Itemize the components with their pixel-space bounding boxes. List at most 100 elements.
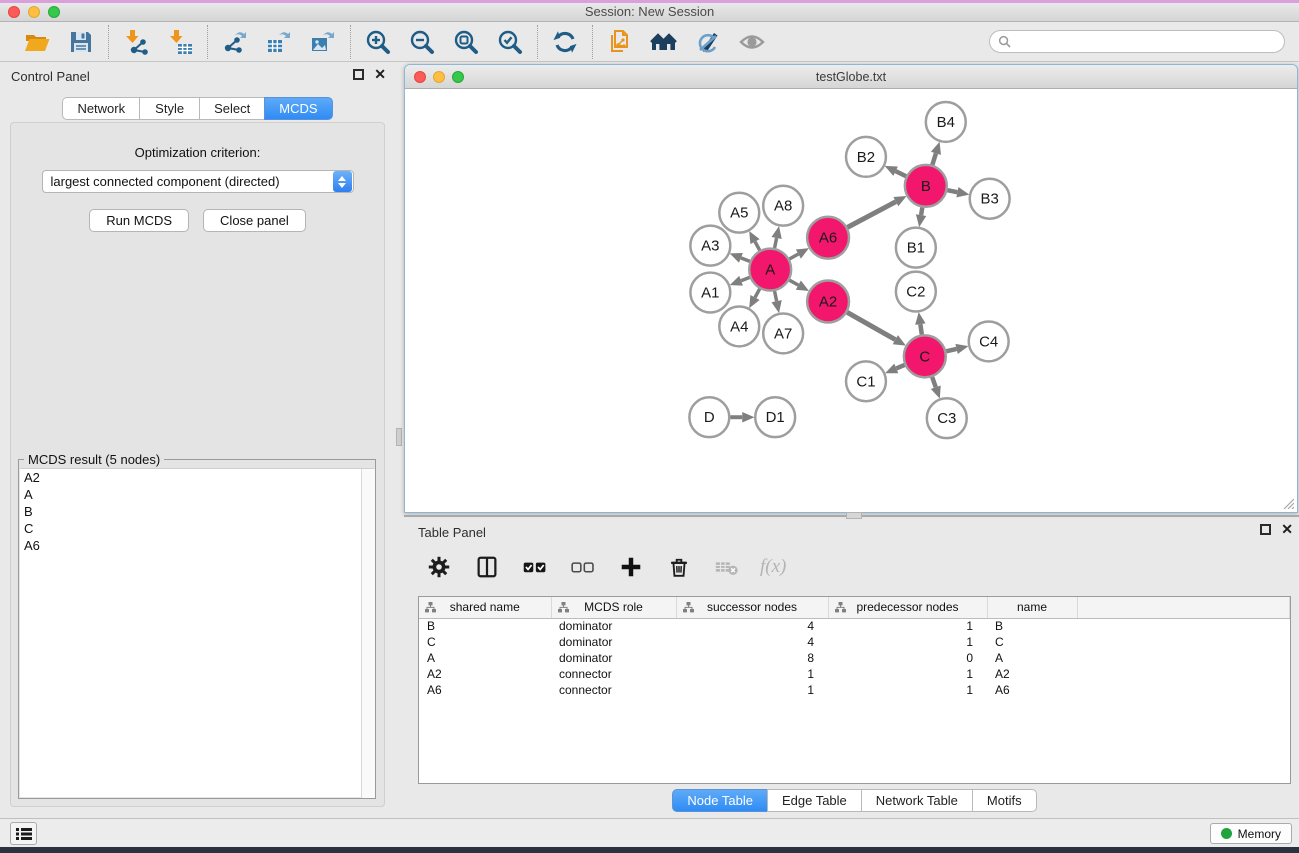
graph-edge-C-C2[interactable] bbox=[920, 324, 921, 334]
clone-network-icon[interactable] bbox=[605, 27, 635, 57]
import-network-icon[interactable] bbox=[121, 27, 151, 57]
graph-node-A4[interactable]: A4 bbox=[719, 306, 759, 346]
graph-edge-A-A6[interactable] bbox=[789, 254, 798, 259]
graph-edge-A-A4[interactable] bbox=[755, 289, 760, 298]
graph-edge-B-B4[interactable] bbox=[932, 153, 936, 164]
task-history-button[interactable] bbox=[10, 822, 37, 845]
table-row[interactable]: A2connector11A2 bbox=[419, 666, 1290, 682]
export-table-icon[interactable] bbox=[264, 27, 294, 57]
graph-node-B4[interactable]: B4 bbox=[926, 102, 966, 142]
vertical-split-handle[interactable] bbox=[396, 428, 402, 446]
hide-labels-icon[interactable] bbox=[693, 27, 723, 57]
graph-node-B2[interactable]: B2 bbox=[846, 137, 886, 177]
graph-node-A6[interactable]: A6 bbox=[807, 217, 849, 259]
network-canvas[interactable]: B4B2BB3A8A5A6A3B1AC2A1A2A4A7C4CC1C3DD1 bbox=[406, 89, 1296, 511]
graph-edge-A-A3[interactable] bbox=[741, 258, 750, 262]
graph-node-A5[interactable]: A5 bbox=[719, 193, 759, 233]
column-header-name[interactable]: name bbox=[987, 597, 1077, 618]
graph-edge-A6-B[interactable] bbox=[847, 202, 895, 228]
graph-node-C[interactable]: C bbox=[904, 335, 946, 377]
graph-node-C3[interactable]: C3 bbox=[927, 398, 967, 438]
column-header-shared-name[interactable]: shared name bbox=[419, 597, 551, 618]
run-mcds-button[interactable]: Run MCDS bbox=[89, 209, 189, 232]
search-input[interactable] bbox=[1016, 35, 1276, 49]
graph-edge-A-A2[interactable] bbox=[789, 280, 798, 285]
search-field[interactable] bbox=[989, 30, 1285, 53]
mcds-result-list[interactable]: A2ABCA6 bbox=[20, 468, 374, 797]
float-panel-icon[interactable] bbox=[353, 69, 364, 80]
import-table-icon[interactable] bbox=[165, 27, 195, 57]
table-row[interactable]: Bdominator41B bbox=[419, 618, 1290, 634]
zoom-selected-icon[interactable] bbox=[495, 27, 525, 57]
graph-node-D[interactable]: D bbox=[689, 397, 729, 437]
add-row-icon[interactable] bbox=[616, 552, 646, 582]
graph-edge-A-A7[interactable] bbox=[775, 291, 777, 301]
column-header-successor-nodes[interactable]: successor nodes bbox=[676, 597, 828, 618]
graph-node-A3[interactable]: A3 bbox=[690, 226, 730, 266]
graph-edge-A-A1[interactable] bbox=[741, 277, 750, 280]
graph-edge-B-B3[interactable] bbox=[947, 190, 957, 192]
horizontal-splitter[interactable] bbox=[404, 515, 1299, 517]
network-window-titlebar[interactable]: testGlobe.txt bbox=[405, 65, 1297, 89]
graph-node-C1[interactable]: C1 bbox=[846, 361, 886, 401]
graph-edge-B-B1[interactable] bbox=[921, 207, 922, 215]
node-table[interactable]: shared nameMCDS rolesuccessor nodesprede… bbox=[418, 596, 1291, 784]
table-row[interactable]: A6connector11A6 bbox=[419, 682, 1290, 698]
table-row[interactable]: Adominator80A bbox=[419, 650, 1290, 666]
graph-edge-A-A5[interactable] bbox=[755, 242, 760, 251]
criterion-dropdown[interactable]: largest connected component (directed) bbox=[42, 170, 354, 193]
result-scrollbar[interactable] bbox=[361, 469, 375, 798]
tab-edge-table[interactable]: Edge Table bbox=[767, 789, 861, 812]
graph-edge-B-B2[interactable] bbox=[896, 171, 906, 176]
refresh-view-icon[interactable] bbox=[550, 27, 580, 57]
graph-node-C2[interactable]: C2 bbox=[896, 272, 936, 312]
graph-node-B[interactable]: B bbox=[905, 165, 947, 207]
result-list-item[interactable]: C bbox=[20, 520, 374, 537]
graph-edge-C-C4[interactable] bbox=[946, 349, 956, 351]
memory-button[interactable]: Memory bbox=[1210, 823, 1292, 844]
export-network-icon[interactable] bbox=[220, 27, 250, 57]
zoom-in-icon[interactable] bbox=[363, 27, 393, 57]
tab-motifs[interactable]: Motifs bbox=[972, 789, 1037, 812]
graph-edge-A-A8[interactable] bbox=[775, 238, 777, 248]
tab-network[interactable]: Network bbox=[62, 97, 139, 120]
show-graphics-details-icon[interactable] bbox=[737, 27, 767, 57]
tab-style[interactable]: Style bbox=[139, 97, 199, 120]
tab-network-table[interactable]: Network Table bbox=[861, 789, 972, 812]
result-list-item[interactable]: A2 bbox=[20, 469, 374, 486]
graph-edge-A2-C[interactable] bbox=[847, 312, 895, 339]
graph-edge-C-C1[interactable] bbox=[896, 365, 904, 369]
home-icon[interactable] bbox=[649, 27, 679, 57]
settings-gear-icon[interactable] bbox=[424, 552, 454, 582]
graph-edge-C-C3[interactable] bbox=[932, 377, 936, 387]
graph-node-A[interactable]: A bbox=[749, 249, 791, 291]
save-session-icon[interactable] bbox=[66, 27, 96, 57]
graph-node-B1[interactable]: B1 bbox=[896, 228, 936, 268]
graph-node-A7[interactable]: A7 bbox=[763, 313, 803, 353]
table-row[interactable]: Cdominator41C bbox=[419, 634, 1290, 650]
export-image-icon[interactable] bbox=[308, 27, 338, 57]
column-header-predecessor-nodes[interactable]: predecessor nodes bbox=[828, 597, 987, 618]
graph-node-A8[interactable]: A8 bbox=[763, 186, 803, 226]
zoom-out-icon[interactable] bbox=[407, 27, 437, 57]
float-table-panel-icon[interactable] bbox=[1260, 524, 1271, 535]
tab-select[interactable]: Select bbox=[199, 97, 264, 120]
zoom-fit-icon[interactable] bbox=[451, 27, 481, 57]
close-panel-icon[interactable]: ✕ bbox=[374, 69, 386, 80]
column-header-MCDS-role[interactable]: MCDS role bbox=[551, 597, 676, 618]
table-header-row[interactable]: shared nameMCDS rolesuccessor nodesprede… bbox=[419, 597, 1290, 618]
delete-row-icon[interactable] bbox=[664, 552, 694, 582]
result-list-item[interactable]: B bbox=[20, 503, 374, 520]
unselect-all-icon[interactable] bbox=[568, 552, 598, 582]
graph-node-A2[interactable]: A2 bbox=[807, 281, 849, 323]
splitter-handle[interactable] bbox=[846, 512, 862, 519]
select-all-icon[interactable] bbox=[520, 552, 550, 582]
tab-node-table[interactable]: Node Table bbox=[672, 789, 767, 812]
graph-node-D1[interactable]: D1 bbox=[755, 397, 795, 437]
graph-node-B3[interactable]: B3 bbox=[970, 179, 1010, 219]
tab-mcds[interactable]: MCDS bbox=[264, 97, 332, 120]
result-list-item[interactable]: A6 bbox=[20, 537, 374, 554]
graph-node-C4[interactable]: C4 bbox=[969, 321, 1009, 361]
resize-grip-icon[interactable] bbox=[1280, 495, 1294, 509]
result-list-item[interactable]: A bbox=[20, 486, 374, 503]
